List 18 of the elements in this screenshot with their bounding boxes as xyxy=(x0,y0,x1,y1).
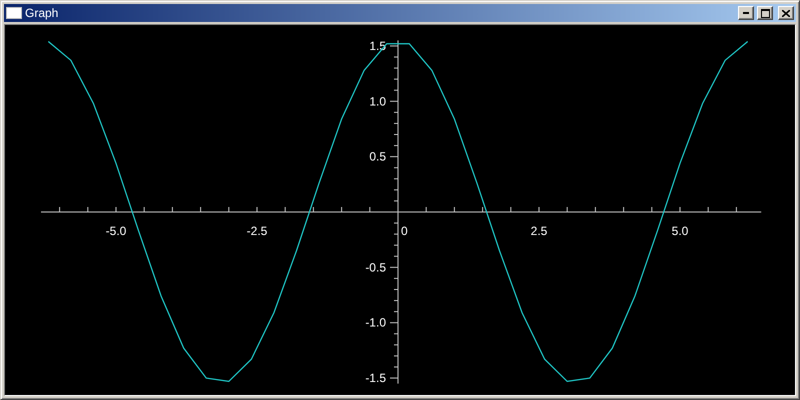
tick-label: -1.0 xyxy=(365,316,386,330)
tick-label: 5.0 xyxy=(672,224,688,238)
maximize-button[interactable] xyxy=(757,6,773,20)
close-icon xyxy=(782,10,790,16)
tick-label: 2.5 xyxy=(530,224,548,238)
tick-label: -2.5 xyxy=(246,224,268,238)
window-title: Graph xyxy=(25,6,60,20)
close-button[interactable] xyxy=(778,6,794,20)
tick-label: -0.5 xyxy=(365,260,386,274)
maximize-icon xyxy=(760,8,770,18)
tick-label: 0.5 xyxy=(369,150,386,164)
minimize-icon xyxy=(743,12,749,14)
minimize-button[interactable] xyxy=(738,6,754,20)
tick-label: 0 xyxy=(401,224,408,238)
tick-label: 1.0 xyxy=(369,94,386,108)
tick-label: -1.5 xyxy=(365,371,386,386)
window-icon xyxy=(6,7,22,19)
tick-label: -5.0 xyxy=(106,224,126,238)
